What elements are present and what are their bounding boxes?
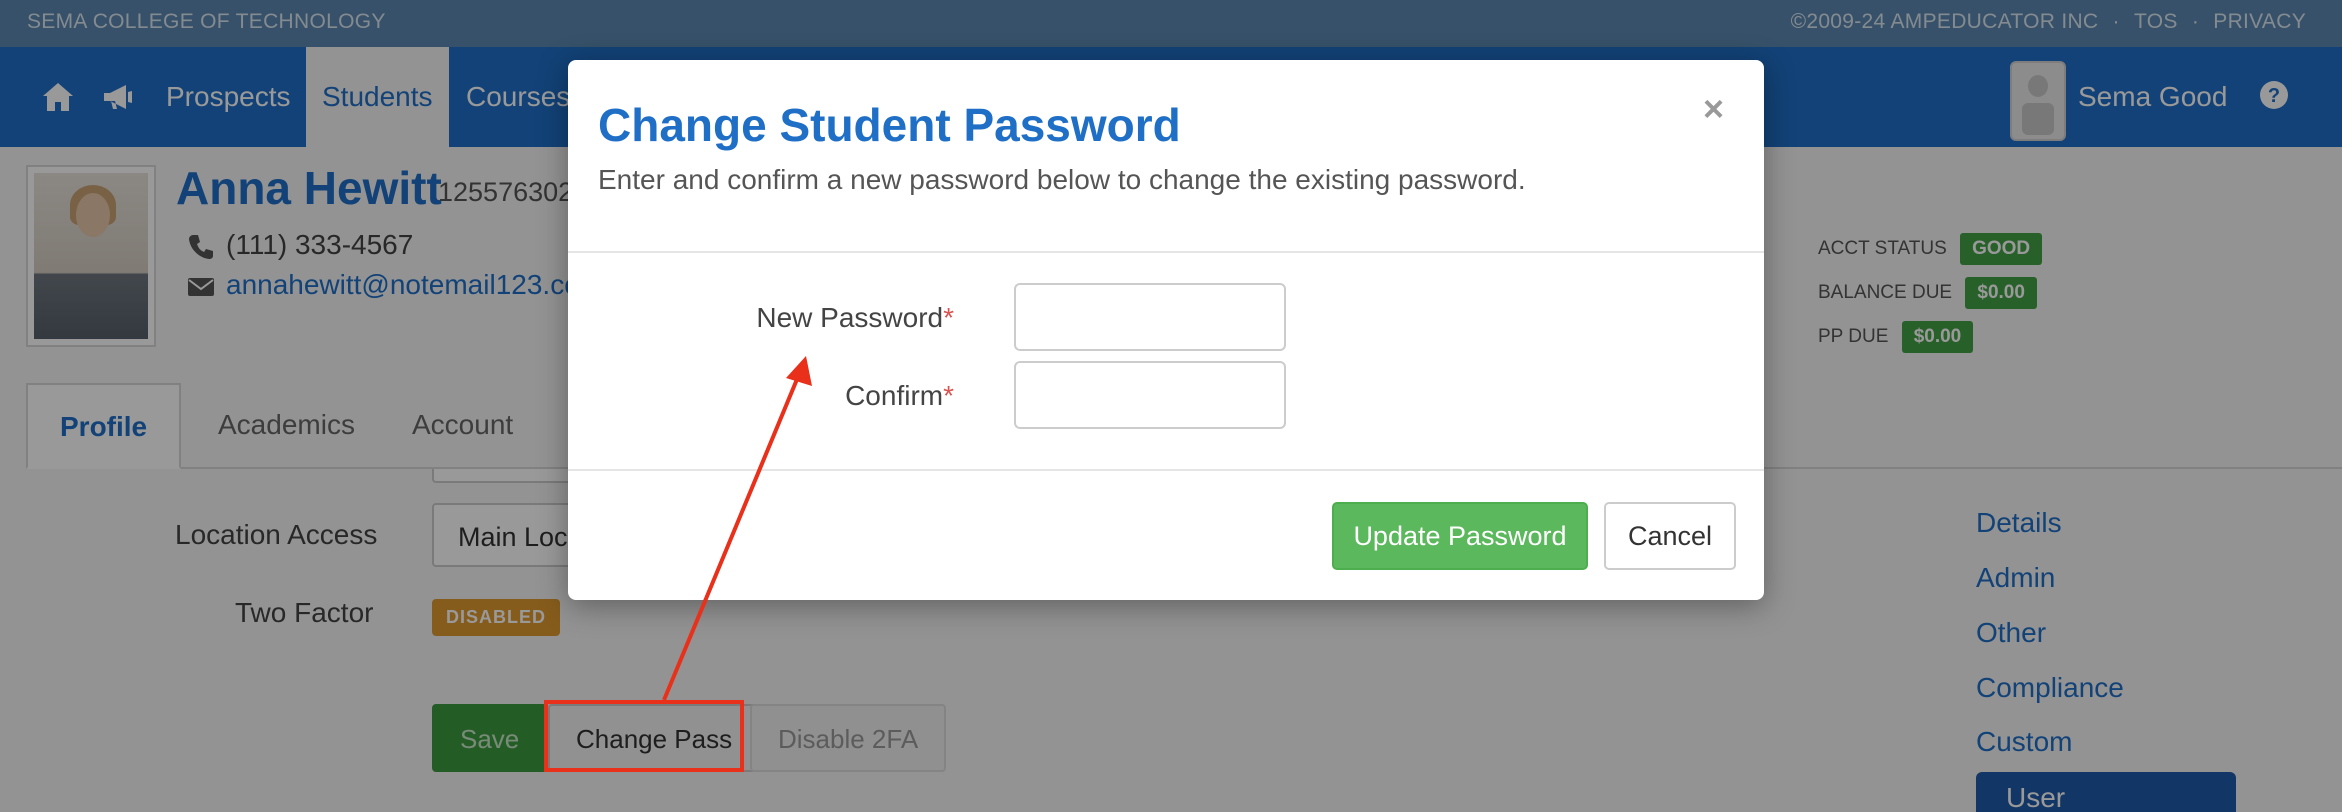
modal-title: Change Student Password xyxy=(598,99,1181,151)
annotation-highlight-box xyxy=(544,700,744,772)
new-password-input[interactable] xyxy=(1014,283,1286,351)
modal-divider xyxy=(568,469,1764,471)
modal-subtitle: Enter and confirm a new password below t… xyxy=(598,164,1526,195)
cancel-button[interactable]: Cancel xyxy=(1604,502,1736,570)
close-icon[interactable]: × xyxy=(1703,88,1724,130)
confirm-password-input[interactable] xyxy=(1014,361,1286,429)
new-password-label: New Password* xyxy=(756,302,954,333)
update-password-button[interactable]: Update Password xyxy=(1332,502,1588,570)
change-password-modal: × Change Student Password Enter and conf… xyxy=(568,60,1764,600)
confirm-label: Confirm* xyxy=(845,380,954,411)
modal-divider xyxy=(568,251,1764,253)
